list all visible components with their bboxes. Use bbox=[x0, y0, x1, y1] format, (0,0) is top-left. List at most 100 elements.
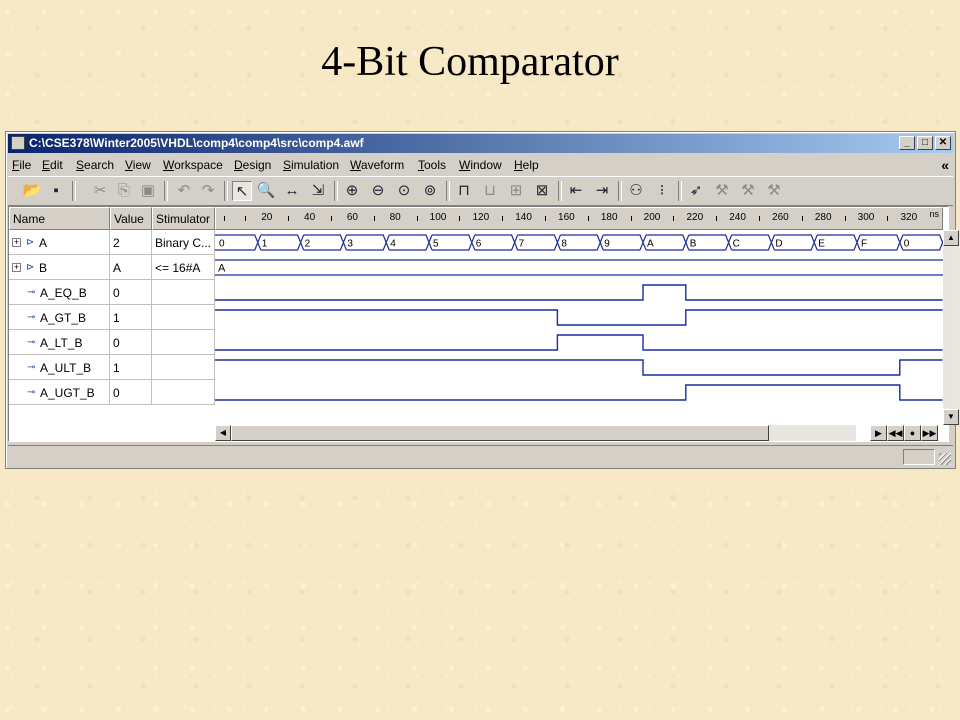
play-button[interactable]: ▶ bbox=[870, 425, 887, 441]
scroll-down-button[interactable]: ▼ bbox=[943, 409, 959, 425]
signal-name-cell[interactable]: ⊸ A_UGT_B bbox=[9, 380, 110, 405]
redo-icon[interactable]: ↷ bbox=[198, 181, 218, 201]
menu-waveform[interactable]: Waveform bbox=[350, 158, 404, 172]
save-icon[interactable]: ▪ bbox=[46, 181, 66, 201]
menu-view[interactable]: View bbox=[125, 158, 151, 172]
signal-value: 2 bbox=[110, 230, 152, 255]
vertical-scrollbar[interactable]: ▲ ▼ bbox=[943, 230, 959, 425]
menu-file[interactable]: File bbox=[12, 158, 31, 172]
time-tick-label: 260 bbox=[772, 212, 789, 223]
expand-icon[interactable]: + bbox=[12, 238, 21, 247]
signal-row[interactable]: ⊸ A_UGT_B 0 bbox=[9, 380, 215, 405]
signal-name: A_LT_B bbox=[40, 336, 83, 350]
forward-button[interactable]: ▶▶ bbox=[921, 425, 938, 441]
open-folder-icon[interactable]: 📂 bbox=[22, 181, 42, 201]
bus-value-label: 6 bbox=[476, 239, 482, 250]
close-button[interactable]: ✕ bbox=[935, 136, 951, 150]
column-header-value[interactable]: Value bbox=[110, 207, 152, 230]
step-icon[interactable]: ⚒ bbox=[738, 181, 758, 201]
signal-row[interactable]: ⊸ A_ULT_B 1 bbox=[9, 355, 215, 380]
menu-window[interactable]: Window bbox=[459, 158, 502, 172]
zoom-fit-icon[interactable]: ⊙ bbox=[394, 181, 414, 201]
resize-grip-icon[interactable] bbox=[939, 453, 951, 465]
signal-stimulator[interactable] bbox=[152, 355, 215, 380]
signal-stimulator[interactable] bbox=[152, 330, 215, 355]
signal-row[interactable]: ⊸ A_LT_B 0 bbox=[9, 330, 215, 355]
group-icon[interactable]: ⊞ bbox=[506, 181, 526, 201]
output-port-icon: ⊸ bbox=[27, 312, 36, 323]
time-tick-label: 120 bbox=[472, 212, 490, 223]
run-icon[interactable]: ⚒ bbox=[712, 181, 732, 201]
expand-icon[interactable]: + bbox=[12, 263, 21, 272]
find-icon[interactable]: ⚇ bbox=[626, 181, 646, 201]
signal-stimulator[interactable]: Binary C... bbox=[152, 230, 215, 255]
waveform-area[interactable]: 0 1 2 3 4 5 6 7 8 9 A B C D E F 0 A bbox=[215, 230, 943, 425]
cut-icon[interactable]: ✂ bbox=[90, 181, 110, 201]
signal-name-cell[interactable]: ⊸ A_GT_B bbox=[9, 305, 110, 330]
copy-icon[interactable]: ⎘ bbox=[114, 181, 134, 201]
menu-edit[interactable]: Edit bbox=[42, 158, 63, 172]
menu-simulation[interactable]: Simulation bbox=[283, 158, 339, 172]
menu-design[interactable]: Design bbox=[234, 158, 271, 172]
maximize-button[interactable]: □ bbox=[917, 136, 933, 150]
time-ruler[interactable]: ns 20 40 60 80 100 120 140 160 180 200 220 240 260 28… bbox=[215, 207, 943, 230]
add-signal-icon[interactable]: ⊓ bbox=[454, 181, 474, 201]
cursor-select-icon[interactable]: ⇲ bbox=[308, 181, 328, 201]
remove-signal-icon[interactable]: ⊔ bbox=[480, 181, 500, 201]
input-port-icon: ⊳ bbox=[26, 237, 35, 248]
signal-row[interactable]: + ⊳ B A <= 16#A bbox=[9, 255, 215, 280]
measure-icon[interactable]: ↔ bbox=[282, 181, 302, 201]
zoom-in-icon[interactable]: ⊕ bbox=[342, 181, 362, 201]
zoom-out-icon[interactable]: ⊖ bbox=[368, 181, 388, 201]
column-header-name[interactable]: Name bbox=[9, 207, 110, 230]
time-tick-label: 220 bbox=[686, 212, 704, 223]
column-header-stimulator[interactable]: Stimulator bbox=[152, 207, 215, 230]
mdi-chevron-icon[interactable]: « bbox=[941, 157, 949, 173]
signal-name-cell[interactable]: ⊸ A_ULT_B bbox=[9, 355, 110, 380]
horizontal-scrollbar[interactable]: ◀ bbox=[215, 425, 856, 441]
menu-workspace[interactable]: Workspace bbox=[163, 158, 223, 172]
signal-stimulator[interactable] bbox=[152, 305, 215, 330]
paste-icon[interactable]: ▣ bbox=[138, 181, 158, 201]
signal-name-cell[interactable]: + ⊳ A bbox=[9, 230, 110, 255]
bus-value-label: C bbox=[733, 239, 740, 250]
bus-value-label: 7 bbox=[519, 239, 525, 250]
next-edge-icon[interactable]: ⇥ bbox=[592, 181, 612, 201]
signal-name-cell[interactable]: + ⊳ B bbox=[9, 255, 110, 280]
menu-tools[interactable]: Tools bbox=[418, 158, 446, 172]
time-tick-mark bbox=[416, 216, 418, 221]
bus-value-label: 3 bbox=[347, 239, 353, 250]
scroll-thumb[interactable] bbox=[231, 425, 769, 441]
signal-name: A_GT_B bbox=[40, 311, 87, 325]
undo-icon[interactable]: ↶ bbox=[174, 181, 194, 201]
signal-name: A_UGT_B bbox=[40, 386, 95, 400]
signal-stimulator[interactable]: <= 16#A bbox=[152, 255, 215, 280]
signal-name-cell[interactable]: ⊸ A_LT_B bbox=[9, 330, 110, 355]
toolbar-separator bbox=[72, 181, 76, 201]
footsteps-icon[interactable]: ⁝ bbox=[652, 181, 672, 201]
time-tick-label: 40 bbox=[304, 212, 316, 223]
minimize-button[interactable]: _ bbox=[899, 136, 915, 150]
signal-name-cell[interactable]: ⊸ A_EQ_B bbox=[9, 280, 110, 305]
time-tick-mark bbox=[759, 216, 760, 221]
breakpoint-icon[interactable]: ➶ bbox=[686, 181, 706, 201]
stimulator-icon[interactable]: ⊠ bbox=[532, 181, 552, 201]
menu-search[interactable]: Search bbox=[76, 158, 114, 172]
scroll-up-button[interactable]: ▲ bbox=[943, 230, 959, 246]
zoom-area-icon[interactable]: ⊚ bbox=[420, 181, 440, 201]
signal-row[interactable]: + ⊳ A 2 Binary C... bbox=[9, 230, 215, 255]
select-pointer-icon[interactable]: ↖ bbox=[232, 181, 252, 201]
prev-edge-icon[interactable]: ⇤ bbox=[566, 181, 586, 201]
menu-help[interactable]: Help bbox=[514, 158, 539, 172]
signal-stimulator[interactable] bbox=[152, 380, 215, 405]
signal-row[interactable]: ⊸ A_GT_B 1 bbox=[9, 305, 215, 330]
signal-stimulator[interactable] bbox=[152, 280, 215, 305]
output-port-icon: ⊸ bbox=[27, 387, 36, 398]
stop-icon[interactable]: ⚒ bbox=[764, 181, 784, 201]
signal-row[interactable]: ⊸ A_EQ_B 0 bbox=[9, 280, 215, 305]
zoom-icon[interactable]: 🔍 bbox=[256, 181, 276, 201]
scroll-left-button[interactable]: ◀ bbox=[215, 425, 231, 441]
stop-button[interactable]: ● bbox=[904, 425, 921, 441]
bus-value-label: 8 bbox=[561, 239, 567, 250]
rewind-button[interactable]: ◀◀ bbox=[887, 425, 904, 441]
